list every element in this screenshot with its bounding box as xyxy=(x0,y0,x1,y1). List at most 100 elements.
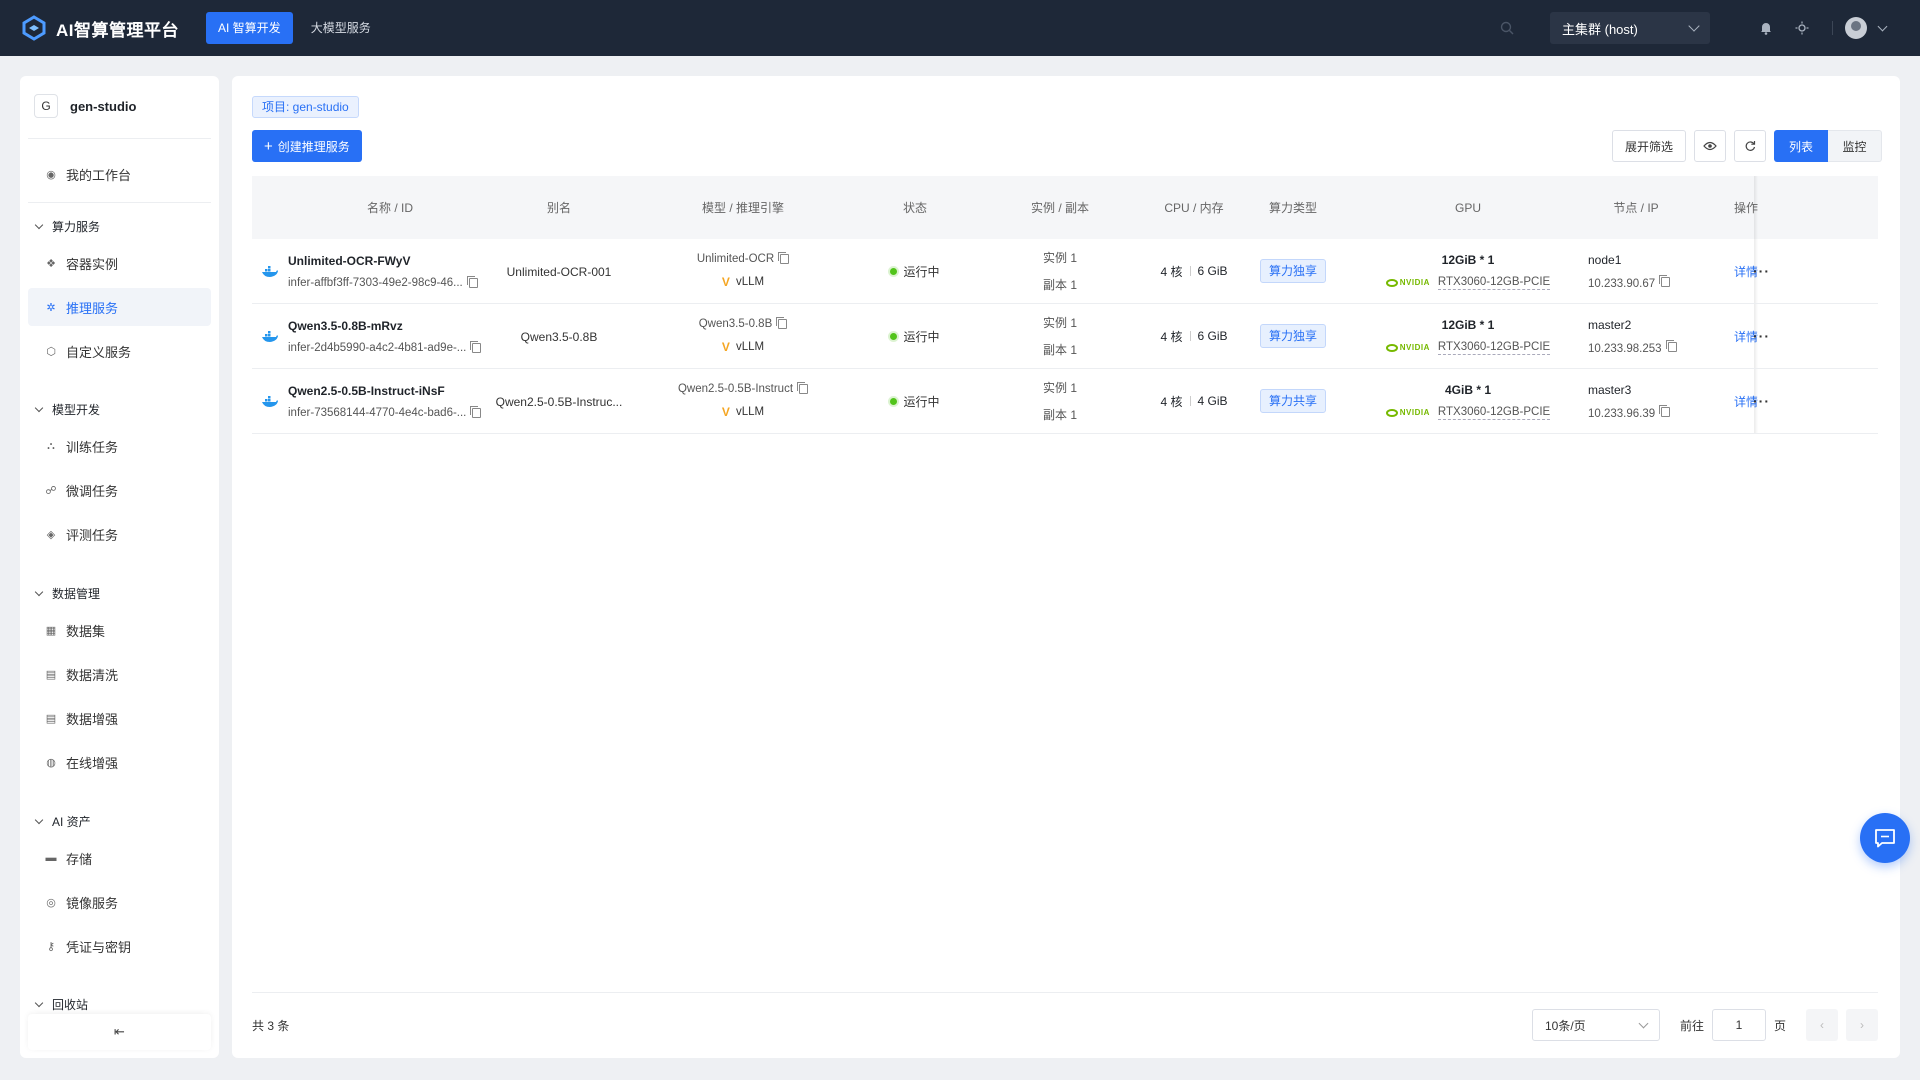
service-alias: Qwen2.5-0.5B-Instruc... xyxy=(495,394,623,409)
sidebar-item-cleaning[interactable]: ▤ 数据清洗 xyxy=(28,655,211,693)
status-dot-icon xyxy=(890,332,898,340)
instance-count: 实例 1 xyxy=(1042,251,1077,265)
disc-icon: ◎ xyxy=(46,896,56,909)
column-header-ops: 操作 xyxy=(1733,201,1758,215)
sticky-shadow xyxy=(1754,304,1758,368)
tab-llm-service[interactable]: 大模型服务 xyxy=(299,12,383,44)
page-size-select[interactable]: 10条/页 xyxy=(1531,1009,1660,1041)
globe-icon: ◍ xyxy=(46,756,56,769)
copy-icon[interactable] xyxy=(1665,339,1677,352)
user-avatar[interactable] xyxy=(1845,17,1867,39)
app-logo[interactable]: AI智算管理平台 xyxy=(20,14,206,42)
copy-icon[interactable] xyxy=(776,317,788,329)
gpu-model[interactable]: RTX3060-12GB-PCIE xyxy=(1437,406,1551,420)
sidebar-item-credential[interactable]: ⚷ 凭证与密钥 xyxy=(28,927,211,965)
prev-page-icon[interactable]: ‹ xyxy=(1806,1009,1838,1041)
copy-icon[interactable] xyxy=(466,275,478,288)
chevron-down-icon xyxy=(34,998,44,1007)
sidebar-item-container[interactable]: ❖ 容器实例 xyxy=(28,244,211,282)
chevron-down-icon[interactable] xyxy=(1877,21,1888,31)
column-header-instance: 实例 / 副本 xyxy=(1030,201,1089,215)
document-icon: ▤ xyxy=(45,668,57,681)
sidebar-item-label: 镜像服务 xyxy=(66,895,119,911)
sidebar-item-online-augment[interactable]: ◍ 在线增强 xyxy=(28,743,211,781)
sidebar-item-storage[interactable]: ▬ 存储 xyxy=(28,839,211,877)
create-inference-button[interactable]: + 创建推理服务 xyxy=(252,130,362,162)
service-name[interactable]: Qwen3.5-0.8B-mRvz xyxy=(288,319,492,333)
sidebar-item-label: 训练任务 xyxy=(66,439,119,455)
sidebar-item-label: 凭证与密钥 xyxy=(66,939,132,955)
status-dot-icon xyxy=(890,267,898,275)
sidebar-item-eval[interactable]: ◈ 评测任务 xyxy=(28,515,211,553)
sticky-shadow xyxy=(1754,176,1758,239)
chat-icon xyxy=(1875,829,1895,848)
gpu-memory: 4GiB * 1 xyxy=(1444,382,1492,397)
column-header-gpu: GPU xyxy=(1454,200,1481,215)
service-name[interactable]: Qwen2.5-0.5B-Instruct-iNsF xyxy=(288,384,492,398)
hexagon-icon: ⬡ xyxy=(46,345,56,358)
chat-button[interactable] xyxy=(1860,813,1910,863)
sidebar-item-image[interactable]: ◎ 镜像服务 xyxy=(28,883,211,921)
sidebar-item-label: 自定义服务 xyxy=(66,344,132,360)
service-name[interactable]: Unlimited-OCR-FWyV xyxy=(288,254,492,268)
sidebar-item-augment[interactable]: ▤ 数据增强 xyxy=(28,699,211,737)
eye-icon[interactable] xyxy=(1694,130,1726,162)
search-icon[interactable] xyxy=(1500,21,1514,35)
node-ip: 10.233.96.39 xyxy=(1588,407,1656,420)
column-header-cpu: CPU / 内存 xyxy=(1164,201,1224,215)
cpu-cores: 4 核 xyxy=(1160,329,1183,344)
copy-icon[interactable] xyxy=(1659,274,1671,287)
tab-ai-dev[interactable]: AI 智算开发 xyxy=(206,12,293,44)
sidebar-group-compute[interactable]: 算力服务 xyxy=(34,216,100,236)
project-badge: G xyxy=(34,94,58,118)
cluster-select[interactable]: 主集群 (host) xyxy=(1550,12,1710,44)
column-header-node: 节点 / IP xyxy=(1613,201,1659,215)
model-name: Unlimited-OCR xyxy=(696,253,775,265)
divider xyxy=(1189,266,1191,276)
copy-icon[interactable] xyxy=(470,405,482,418)
sidebar-item-custom[interactable]: ⬡ 自定义服务 xyxy=(28,332,211,370)
project-tag: 项目: gen-studio xyxy=(252,96,359,118)
page-input[interactable]: 1 xyxy=(1711,1009,1766,1041)
copy-icon[interactable] xyxy=(797,382,809,394)
sidebar-item-workspace[interactable]: ◉ 我的工作台 xyxy=(28,155,211,193)
create-button-label: 创建推理服务 xyxy=(277,139,350,154)
service-alias: Qwen3.5-0.8B xyxy=(520,329,598,344)
view-monitor-button[interactable]: 监控 xyxy=(1828,130,1882,162)
theme-sun-icon[interactable] xyxy=(1795,21,1809,35)
status-dot-icon xyxy=(890,397,898,405)
expand-filter-button[interactable]: 展开筛选 xyxy=(1612,130,1686,162)
sidebar-group-ai-assets[interactable]: AI 资产 xyxy=(34,811,91,831)
sidebar-group-recycle[interactable]: 回收站 xyxy=(34,994,88,1014)
refresh-icon[interactable] xyxy=(1734,130,1766,162)
copy-icon[interactable] xyxy=(778,252,790,264)
sticky-shadow xyxy=(1754,239,1758,303)
bell-icon[interactable] xyxy=(1759,21,1773,35)
copy-icon[interactable] xyxy=(1659,404,1671,417)
sidebar-group-data[interactable]: 数据管理 xyxy=(34,583,100,603)
sidebar-item-dataset[interactable]: ▦ 数据集 xyxy=(28,611,211,649)
next-page-icon[interactable]: › xyxy=(1846,1009,1878,1041)
gpu-model[interactable]: RTX3060-12GB-PCIE xyxy=(1437,276,1551,290)
sidebar-item-inference[interactable]: ✲ 推理服务 xyxy=(28,288,211,326)
view-list-button[interactable]: 列表 xyxy=(1774,130,1828,162)
column-header-name: 名称 / ID xyxy=(366,201,413,215)
sidebar-group-label: 模型开发 xyxy=(52,402,101,417)
sidebar-item-finetune[interactable]: ☍ 微调任务 xyxy=(28,471,211,509)
sidebar-group-model-dev[interactable]: 模型开发 xyxy=(34,399,100,419)
nvidia-logo-icon: NVIDIA xyxy=(1385,408,1430,417)
sidebar-item-label: 推理服务 xyxy=(66,300,119,316)
sidebar-item-training[interactable]: ⛬ 训练任务 xyxy=(28,427,211,465)
sidebar-collapse-button[interactable]: ⇤ xyxy=(28,1014,211,1050)
gpu-model[interactable]: RTX3060-12GB-PCIE xyxy=(1437,341,1551,355)
status-text: 运行中 xyxy=(903,264,940,279)
chevron-down-icon xyxy=(1638,1018,1649,1028)
sidebar-item-label: 存储 xyxy=(66,851,93,867)
copy-icon[interactable] xyxy=(470,340,482,353)
top-navbar: AI智算管理平台 AI 智算开发 大模型服务 主集群 (host) xyxy=(0,0,1920,56)
replica-count: 副本 1 xyxy=(1042,343,1077,357)
project-switcher[interactable]: G gen-studio xyxy=(20,76,219,136)
compute-type-badge: 算力共享 xyxy=(1259,389,1326,413)
memory: 6 GiB xyxy=(1197,264,1228,278)
vllm-logo-icon: V xyxy=(721,340,730,354)
